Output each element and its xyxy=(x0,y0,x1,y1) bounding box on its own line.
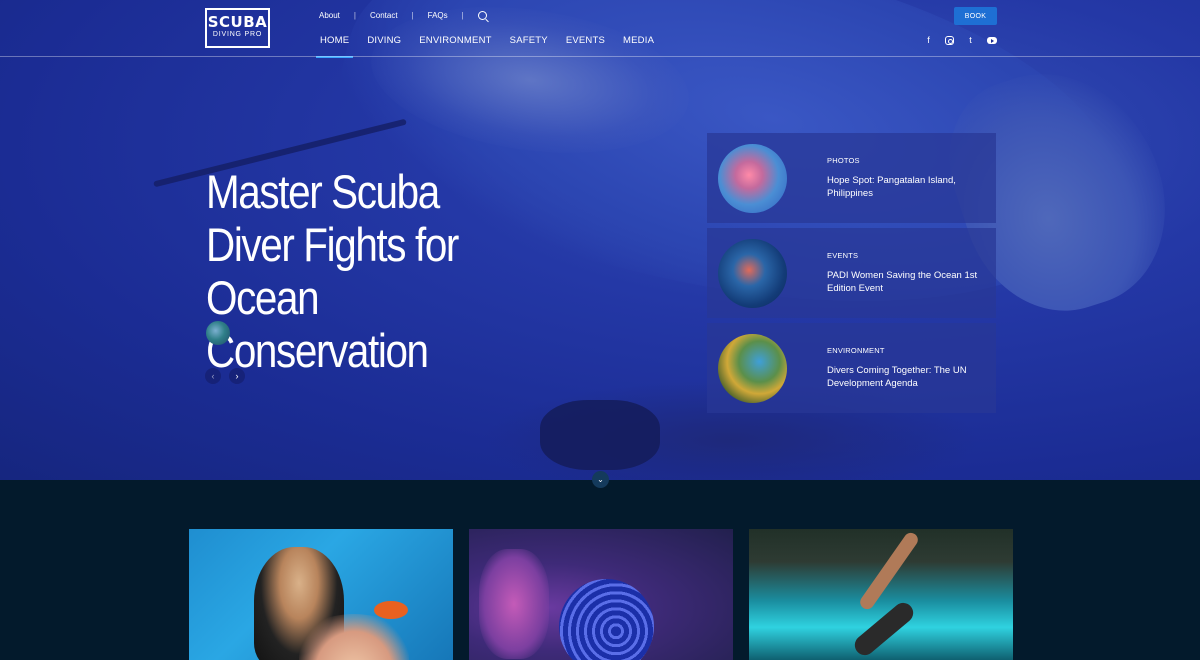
logo-title: SCUBA xyxy=(207,13,268,31)
prev-arrow-icon[interactable]: ‹ xyxy=(205,368,221,384)
featured-card[interactable]: PHOTOS Hope Spot: Pangatalan Island, Phi… xyxy=(707,133,996,223)
featured-card[interactable]: ENVIRONMENT Divers Coming Together: The … xyxy=(707,323,996,413)
about-link[interactable]: About xyxy=(319,11,340,20)
logo-subtitle: DIVING PRO xyxy=(212,31,263,38)
main-nav: HOME DIVING ENVIRONMENT SAFETY EVENTS ME… xyxy=(316,33,668,58)
card-thumbnail xyxy=(718,334,787,403)
nav-safety[interactable]: SAFETY xyxy=(506,33,552,57)
hero-section xyxy=(0,0,1200,480)
nav-events[interactable]: EVENTS xyxy=(562,33,609,57)
hero-headline: Master Scuba Diver Fights for Ocean Cons… xyxy=(206,165,459,377)
nav-divider xyxy=(0,56,1200,57)
card-title[interactable]: PADI Women Saving the Ocean 1st Edition … xyxy=(827,269,987,295)
nav-separator: | xyxy=(461,11,464,20)
author-avatar[interactable] xyxy=(206,321,230,345)
article-photo-diver[interactable] xyxy=(189,529,453,660)
featured-cards: PHOTOS Hope Spot: Pangatalan Island, Phi… xyxy=(707,133,996,418)
card-thumbnail xyxy=(718,239,787,308)
next-arrow-icon[interactable]: › xyxy=(229,368,245,384)
site-logo[interactable]: SCUBA DIVING PRO xyxy=(205,8,270,48)
nav-separator: | xyxy=(353,11,356,20)
book-button[interactable]: BOOK xyxy=(954,7,997,25)
twitter-icon[interactable]: t xyxy=(965,35,976,46)
article-photo-cenote[interactable] xyxy=(749,529,1013,660)
article-photo-angelfish[interactable] xyxy=(469,529,733,660)
facebook-icon[interactable]: f xyxy=(923,35,934,46)
contact-link[interactable]: Contact xyxy=(370,11,398,20)
nav-home[interactable]: HOME xyxy=(316,33,354,58)
card-category: EVENTS xyxy=(827,251,859,260)
swimmer-body xyxy=(850,598,918,660)
faqs-link[interactable]: FAQs xyxy=(428,11,448,20)
social-links: f t xyxy=(923,35,997,46)
swimmer-arm xyxy=(857,530,921,612)
nav-separator: | xyxy=(411,11,414,20)
card-category: PHOTOS xyxy=(827,156,860,165)
youtube-icon[interactable] xyxy=(987,37,997,44)
nav-media[interactable]: MEDIA xyxy=(619,33,658,57)
featured-card[interactable]: EVENTS PADI Women Saving the Ocean 1st E… xyxy=(707,228,996,318)
clownfish xyxy=(374,601,408,619)
angelfish xyxy=(559,579,654,660)
diver-silhouette xyxy=(540,400,660,470)
card-title[interactable]: Divers Coming Together: The UN Developme… xyxy=(827,364,987,390)
card-title[interactable]: Hope Spot: Pangatalan Island, Philippine… xyxy=(827,174,987,200)
top-nav: About | Contact | FAQs | xyxy=(319,11,487,20)
card-category: ENVIRONMENT xyxy=(827,346,885,355)
coral xyxy=(479,549,549,659)
instagram-icon[interactable] xyxy=(945,36,954,45)
card-thumbnail xyxy=(718,144,787,213)
scroll-down-icon[interactable]: ⌄ xyxy=(592,471,609,488)
nav-diving[interactable]: DIVING xyxy=(363,33,405,57)
search-icon[interactable] xyxy=(477,11,487,20)
nav-environment[interactable]: ENVIRONMENT xyxy=(415,33,495,57)
slider-arrows: ‹ › xyxy=(205,368,245,384)
